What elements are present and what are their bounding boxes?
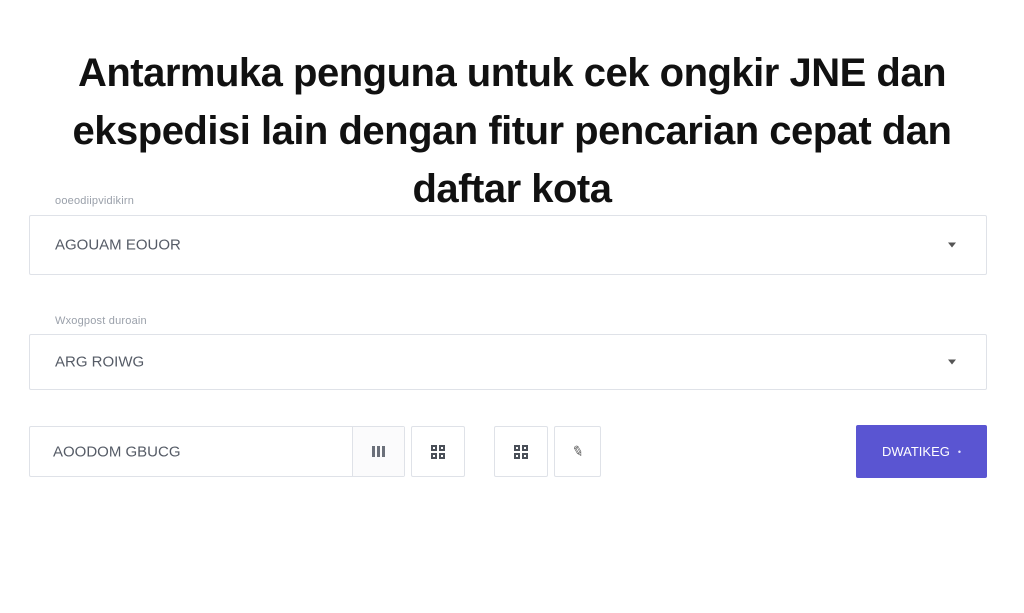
- search-input[interactable]: AOODOM GBUCG: [29, 426, 405, 477]
- submit-button-label: DWATIKEG: [881, 444, 950, 459]
- destination-select-value: ARG ROIWG: [55, 353, 145, 371]
- origin-select[interactable]: AGOUAM EOUOR: [29, 215, 987, 275]
- pencil-icon: ✎: [569, 442, 586, 461]
- qr-icon: [514, 444, 528, 459]
- submit-button[interactable]: DWATIKEG •: [856, 425, 987, 478]
- edit-button[interactable]: ✎: [554, 426, 601, 477]
- chevron-down-icon: [948, 359, 956, 365]
- submit-button-icon: •: [957, 446, 962, 457]
- origin-select-value: AGOUAM EOUOR: [55, 236, 181, 254]
- qr-code-button[interactable]: [494, 426, 548, 477]
- destination-select[interactable]: ARG ROIWG: [29, 334, 987, 390]
- qr-scan-button[interactable]: [411, 426, 465, 477]
- qr-icon: [431, 444, 445, 459]
- page-title: Antarmuka penguna untuk cek ongkir JNE d…: [72, 51, 952, 211]
- chevron-down-icon: [948, 242, 956, 248]
- origin-label: ooeodiipvidikirn: [55, 195, 135, 207]
- barcode-button[interactable]: [352, 427, 404, 476]
- barcode-icon: [372, 446, 385, 457]
- page: Antarmuka penguna untuk cek ongkir JNE d…: [0, 0, 1024, 613]
- search-input-value: AOODOM GBUCG: [53, 443, 181, 460]
- destination-label: Wxogpost duroain: [55, 315, 147, 327]
